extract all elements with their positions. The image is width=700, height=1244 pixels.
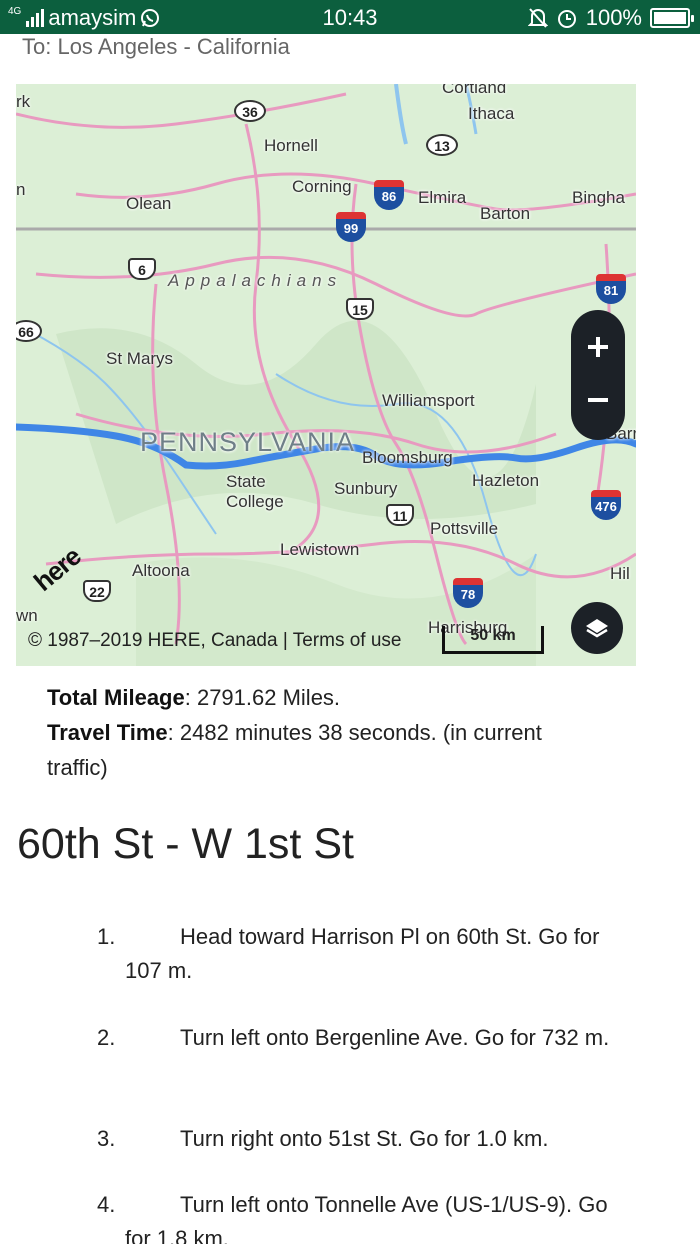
travel-time: Travel Time: 2482 minutes 38 seconds. (i… xyxy=(47,715,567,785)
step-number: 1. xyxy=(97,924,116,949)
map-label-state: State xyxy=(226,472,266,491)
mute-icon xyxy=(527,8,548,28)
interstate-shield: 476 xyxy=(591,490,621,520)
battery-fill xyxy=(654,12,686,24)
map-label-elmira: Elmira xyxy=(418,188,467,207)
map-copyright: © 1987–2019 HERE, Canada | Terms of use xyxy=(28,630,401,652)
route-map[interactable]: Cortland Ithaca Hornell Olean Corning El… xyxy=(16,84,636,666)
interstate-shield: 86 xyxy=(374,180,404,210)
map-label-williamsport: Williamsport xyxy=(382,391,475,410)
step-number: 4. xyxy=(97,1192,116,1217)
map-label-altoona: Altoona xyxy=(132,561,190,580)
step-text: Turn left onto Tonnelle Ave (US-1/US-9).… xyxy=(125,1192,608,1244)
route-shield: 36 xyxy=(234,100,266,122)
map-label-ithaca: Ithaca xyxy=(468,104,515,123)
map-label-hornell: Hornell xyxy=(264,136,318,155)
zoom-out-button[interactable] xyxy=(571,373,625,427)
zoom-control xyxy=(571,310,625,440)
total-mileage: Total Mileage: 2791.62 Miles. xyxy=(47,680,567,715)
map-layers-button[interactable] xyxy=(571,602,623,654)
total-mileage-label: Total Mileage xyxy=(47,685,185,710)
status-right: 100% xyxy=(527,5,694,31)
map-label-olean: Olean xyxy=(126,194,172,213)
scale-bar: 50 km xyxy=(442,626,544,654)
map-label-hil: Hil xyxy=(610,564,630,583)
route-summary: Total Mileage: 2791.62 Miles. Travel Tim… xyxy=(47,680,567,785)
travel-time-label: Travel Time xyxy=(47,720,168,745)
interstate-shield: 99 xyxy=(336,212,366,242)
route-shield: 11 xyxy=(386,504,414,526)
map-label-corning: Corning xyxy=(292,177,352,196)
section-title: 60th St - W 1st St xyxy=(17,820,354,868)
step-text: Turn right onto 51st St. Go for 1.0 km. xyxy=(180,1126,549,1151)
interstate-shield: 78 xyxy=(453,578,483,608)
map-label-bloomsburg: Bloomsburg xyxy=(362,448,453,467)
alarm-icon xyxy=(557,10,576,28)
map-label-pottsville: Pottsville xyxy=(430,519,499,538)
map-label-hazleton: Hazleton xyxy=(472,471,540,490)
interstate-shield: 81 xyxy=(596,274,626,304)
step-number: 3. xyxy=(97,1126,116,1151)
map-label-appalachians: Appalachians xyxy=(168,271,343,290)
minus-icon xyxy=(588,398,608,402)
layers-icon xyxy=(586,619,608,638)
battery-percent: 100% xyxy=(585,5,642,30)
plus-icon xyxy=(588,337,608,357)
map-label-cortland: Cortland xyxy=(442,84,507,97)
route-shield: 6 xyxy=(128,258,156,280)
map-label-lewistown: Lewistown xyxy=(280,540,360,559)
route-shield: 22 xyxy=(83,580,111,602)
map-label-n: n xyxy=(16,180,26,199)
map-label-rk: rk xyxy=(16,92,31,111)
status-bar: 4G amaysim 10:43 100% xyxy=(0,0,700,34)
route-shield: 13 xyxy=(426,134,458,156)
route-shield: 15 xyxy=(346,298,374,320)
map-label-wn: wn xyxy=(16,606,38,625)
map-label-st-marys: St Marys xyxy=(106,349,174,368)
map-base xyxy=(16,84,636,666)
map-label-bingha: Bingha xyxy=(572,188,625,207)
battery-icon xyxy=(650,8,694,28)
step-text: Turn left onto Bergenline Ave. Go for 73… xyxy=(180,1025,610,1050)
zoom-in-button[interactable] xyxy=(571,320,625,374)
step-text: Head toward Harrison Pl on 60th St. Go f… xyxy=(125,924,600,983)
copyright-text: © 1987–2019 HERE, Canada | xyxy=(28,630,293,651)
map-label-sunbury: Sunbury xyxy=(334,479,398,498)
map-label-pennsylvania: PENNSYLVANIA xyxy=(140,427,356,457)
destination-label: To: Los Angeles - California xyxy=(22,34,290,59)
map-label-college: College xyxy=(226,492,284,511)
terms-of-use-link[interactable]: Terms of use xyxy=(293,630,402,651)
step-number: 2. xyxy=(97,1025,116,1050)
total-mileage-value: : 2791.62 Miles. xyxy=(184,685,341,710)
map-label-barton: Barton xyxy=(480,204,531,223)
